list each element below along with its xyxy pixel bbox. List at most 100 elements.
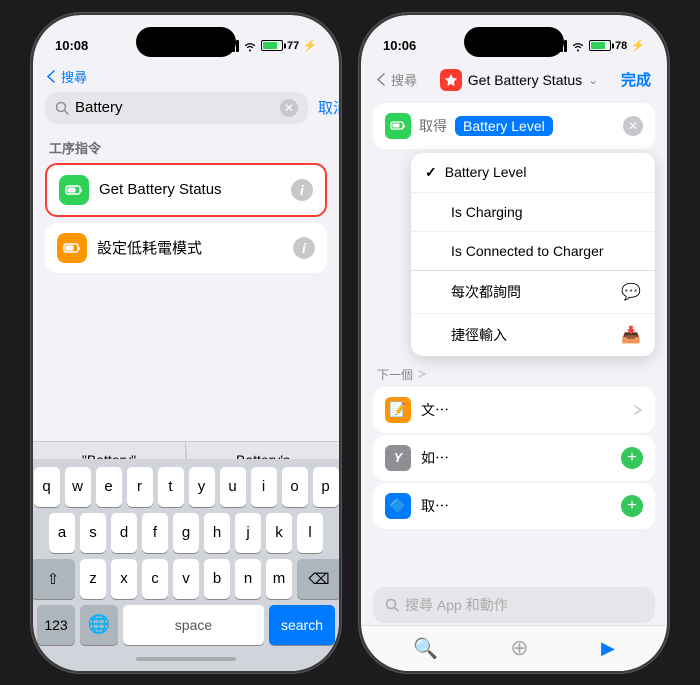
shortcut-icon-0 xyxy=(59,175,89,205)
dropdown-label-4: 捷徑輸入 xyxy=(451,325,507,345)
key-r[interactable]: r xyxy=(127,467,153,507)
left-phone: 10:08 77 ⚡ xyxy=(31,13,341,673)
dropdown-item-4[interactable]: 捷徑輸入 📥 xyxy=(411,314,655,356)
key-e[interactable]: e xyxy=(96,467,122,507)
app-icon-small xyxy=(440,69,462,91)
back-nav-left[interactable]: 搜尋 xyxy=(33,67,339,92)
key-n[interactable]: n xyxy=(235,559,261,599)
input-icon: 📥 xyxy=(621,325,641,345)
action-list-right-2: + xyxy=(621,495,643,517)
bottom-search-icon xyxy=(385,598,399,612)
action-list-item-0[interactable]: 📝 文⋯ xyxy=(373,387,655,433)
key-m[interactable]: m xyxy=(266,559,292,599)
plus-button-1[interactable]: + xyxy=(621,447,643,469)
dropdown-item-1[interactable]: Is Charging xyxy=(411,193,655,232)
right-header: 搜尋 Get Battery Status ⌄ 完成 xyxy=(361,67,667,99)
action-list-right-0 xyxy=(633,402,643,418)
dropdown-label-3: 每次都詢問 xyxy=(451,282,521,302)
search-bar: ✕ 取消 xyxy=(45,92,327,124)
action-list-icon-2: 🔷 xyxy=(385,493,411,519)
back-chevron-right xyxy=(377,73,385,86)
dropdown-label-0: Battery Level xyxy=(445,164,527,180)
key-globe[interactable]: 🌐 xyxy=(80,605,118,645)
search-input-wrap[interactable]: ✕ xyxy=(45,92,308,124)
time-right: 10:06 xyxy=(383,38,416,53)
key-s[interactable]: s xyxy=(80,513,106,553)
search-key[interactable]: search xyxy=(269,605,335,645)
section-header: 工序指令 xyxy=(33,138,339,163)
clear-button[interactable]: ✕ xyxy=(280,99,298,117)
key-z[interactable]: z xyxy=(80,559,106,599)
info-button-0[interactable]: i xyxy=(291,179,313,201)
key-j[interactable]: j xyxy=(235,513,261,553)
key-num[interactable]: 123 xyxy=(37,605,75,645)
key-f[interactable]: f xyxy=(142,513,168,553)
bottom-search-placeholder: 搜尋 App 和動作 xyxy=(405,595,508,615)
action-value[interactable]: Battery Level xyxy=(455,116,553,136)
dynamic-island xyxy=(136,27,236,57)
app-title: Get Battery Status xyxy=(468,72,582,88)
dropdown-label-1: Is Charging xyxy=(451,204,523,220)
keyboard-row-2: a s d f g h j k l xyxy=(37,513,335,553)
bottom-search[interactable]: 搜尋 App 和動作 xyxy=(373,587,655,623)
dynamic-island-right xyxy=(464,27,564,57)
key-i[interactable]: i xyxy=(251,467,277,507)
key-delete[interactable]: ⌫ xyxy=(297,559,339,599)
key-a[interactable]: a xyxy=(49,513,75,553)
action-close-button[interactable]: ✕ xyxy=(623,116,643,136)
action-card: 取得 Battery Level ✕ xyxy=(373,103,655,149)
key-y[interactable]: y xyxy=(189,467,215,507)
plus-button-2[interactable]: + xyxy=(621,495,643,517)
shortcut-name-1: 設定低耗電模式 xyxy=(97,237,283,258)
key-d[interactable]: d xyxy=(111,513,137,553)
action-list-item-2[interactable]: 🔷 取⋯ + xyxy=(373,483,655,529)
wifi-icon xyxy=(243,40,257,52)
battery-pct-right: 78 xyxy=(615,40,627,52)
back-nav-right[interactable]: 搜尋 xyxy=(377,70,417,89)
action-list-item-1[interactable]: Y 如⋯ + xyxy=(373,435,655,481)
shortcut-item-0[interactable]: Get Battery Status i xyxy=(45,163,327,217)
key-h[interactable]: h xyxy=(204,513,230,553)
key-w[interactable]: w xyxy=(65,467,91,507)
key-o[interactable]: o xyxy=(282,467,308,507)
shortcut-item-1[interactable]: 設定低耗電模式 i xyxy=(45,223,327,273)
info-button-1[interactable]: i xyxy=(293,237,315,259)
dropdown-item-3[interactable]: 每次都詢問 💬 xyxy=(411,271,655,314)
check-mark-icon: ✓ xyxy=(425,164,437,181)
shortcuts-icon xyxy=(444,73,458,87)
dropdown-item-2[interactable]: Is Connected to Charger xyxy=(411,232,655,271)
action-icon xyxy=(385,113,411,139)
bottom-nav: 🔍 ⊕ ▶ xyxy=(361,625,667,671)
keyboard-bottom-row: 123 🌐 space search xyxy=(37,605,335,645)
cancel-button[interactable]: 取消 xyxy=(316,97,339,118)
battery-icon-left xyxy=(261,40,283,51)
key-x[interactable]: x xyxy=(111,559,137,599)
action-list-icon-0: 📝 xyxy=(385,397,411,423)
key-p[interactable]: p xyxy=(313,467,339,507)
key-t[interactable]: t xyxy=(158,467,184,507)
action-list-icon-1: Y xyxy=(385,445,411,471)
battery-icon-right xyxy=(589,40,611,51)
key-b[interactable]: b xyxy=(204,559,230,599)
dropdown-item-0[interactable]: ✓ Battery Level xyxy=(411,153,655,193)
search-input[interactable] xyxy=(75,99,274,116)
key-q[interactable]: q xyxy=(34,467,60,507)
nav-add[interactable]: ⊕ xyxy=(510,635,528,661)
key-u[interactable]: u xyxy=(220,467,246,507)
battery-shortcut-icon xyxy=(65,181,83,199)
key-space[interactable]: space xyxy=(123,605,264,645)
key-l[interactable]: l xyxy=(297,513,323,553)
app-title-row: Get Battery Status ⌄ xyxy=(440,69,598,91)
search-icon xyxy=(55,101,69,115)
key-k[interactable]: k xyxy=(266,513,292,553)
battery-shortcut-icon-2 xyxy=(63,239,81,257)
key-shift[interactable]: ⇧ xyxy=(33,559,75,599)
nav-search[interactable]: 🔍 xyxy=(413,636,438,661)
key-c[interactable]: c xyxy=(142,559,168,599)
key-g[interactable]: g xyxy=(173,513,199,553)
title-chevron-icon[interactable]: ⌄ xyxy=(588,73,598,87)
done-button[interactable]: 完成 xyxy=(621,69,651,90)
action-list-label-2: 取⋯ xyxy=(421,496,611,516)
key-v[interactable]: v xyxy=(173,559,199,599)
nav-play[interactable]: ▶ xyxy=(601,638,615,659)
